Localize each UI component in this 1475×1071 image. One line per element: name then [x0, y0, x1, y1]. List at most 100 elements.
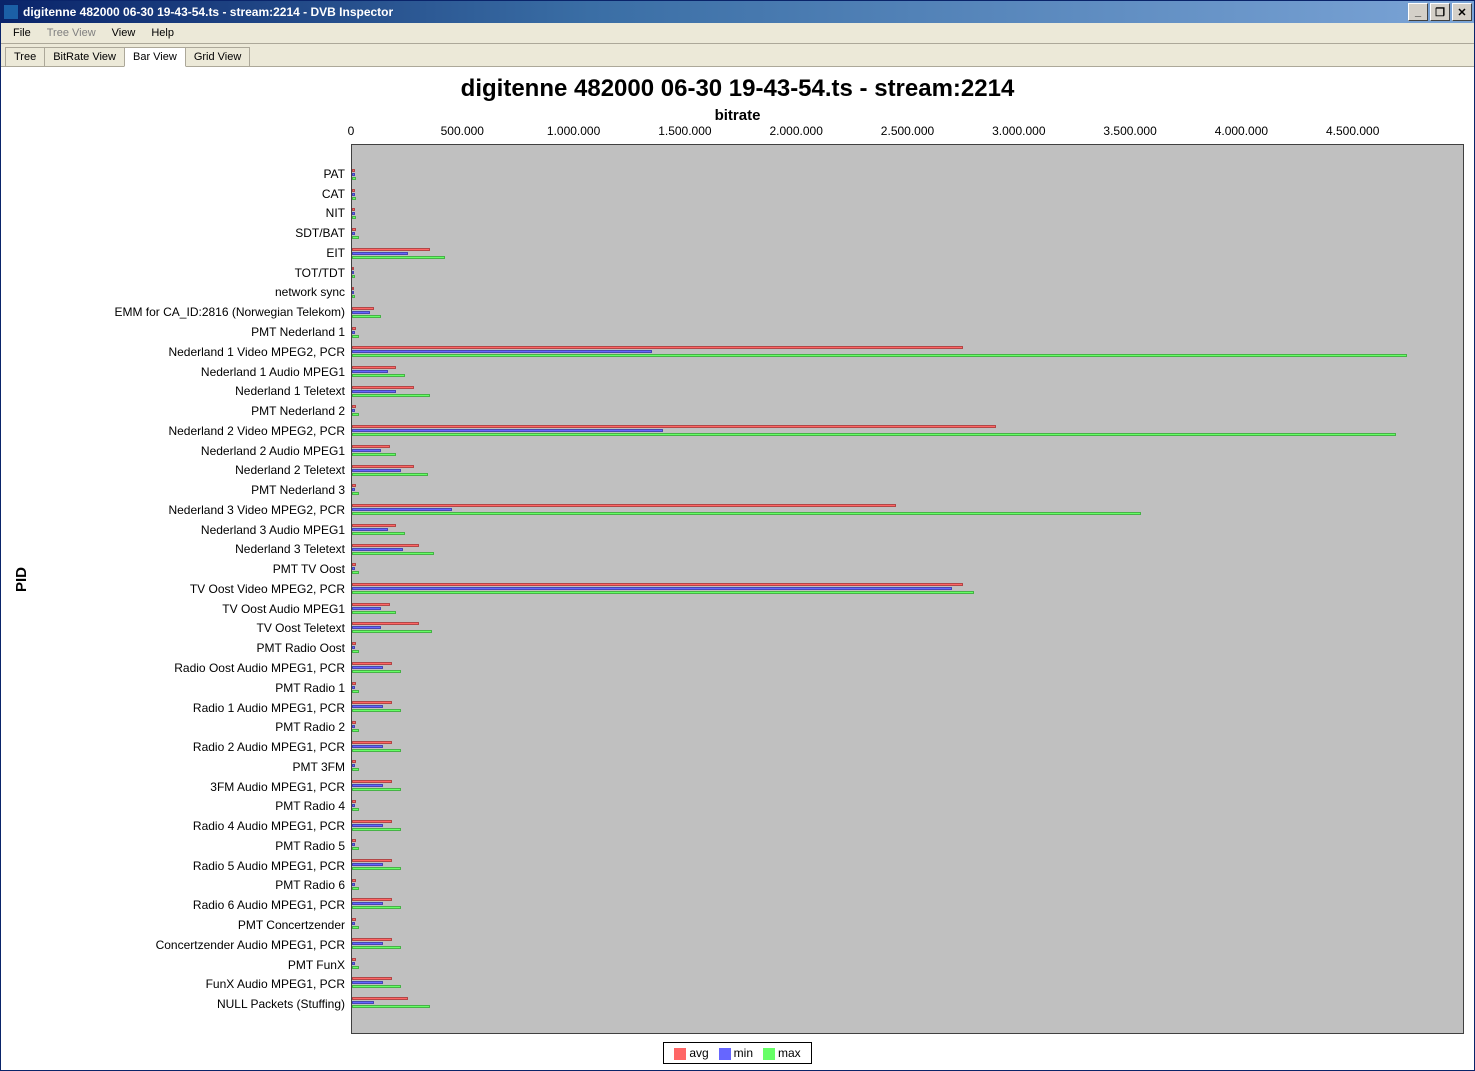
- close-button[interactable]: ✕: [1452, 3, 1472, 21]
- menu-help[interactable]: Help: [143, 25, 182, 41]
- bar-max: [352, 985, 401, 988]
- bar-group: [352, 208, 1463, 220]
- bar-avg: [352, 405, 356, 408]
- bar-max: [352, 571, 359, 574]
- bar-avg: [352, 346, 963, 349]
- menu-view[interactable]: View: [104, 25, 144, 41]
- bar-max: [352, 729, 359, 732]
- bar-group: [352, 465, 1463, 477]
- bar-group: [352, 741, 1463, 753]
- bar-min: [352, 548, 403, 551]
- bar-min: [352, 252, 408, 255]
- bar-group: [352, 642, 1463, 654]
- category-label: PMT Radio 1: [37, 682, 345, 694]
- bar-min: [352, 488, 355, 491]
- category-label: Nederland 1 Audio MPEG1: [37, 366, 345, 378]
- bar-group: [352, 859, 1463, 871]
- bar-min: [352, 193, 355, 196]
- bar-avg: [352, 760, 356, 763]
- tab-tree[interactable]: Tree: [5, 47, 45, 66]
- x-tick: 1.500.000: [658, 124, 711, 138]
- bar-max: [352, 966, 359, 969]
- bar-group: [352, 189, 1463, 201]
- menu-file[interactable]: File: [5, 25, 39, 41]
- bar-min: [352, 902, 383, 905]
- y-axis-label: PID: [11, 124, 31, 1034]
- category-label: NULL Packets (Stuffing): [37, 998, 345, 1010]
- category-label: PMT Radio 5: [37, 840, 345, 852]
- bar-group: [352, 563, 1463, 575]
- bar-max: [352, 788, 401, 791]
- bar-max: [352, 413, 359, 416]
- category-label: TV Oost Audio MPEG1: [37, 603, 345, 615]
- bar-min: [352, 942, 383, 945]
- x-tick: 0: [348, 124, 355, 138]
- bar-group: [352, 760, 1463, 772]
- bar-group: [352, 997, 1463, 1009]
- bar-group: [352, 780, 1463, 792]
- bar-avg: [352, 918, 356, 921]
- bar-max: [352, 946, 401, 949]
- minimize-button[interactable]: _: [1408, 3, 1428, 21]
- bar-min: [352, 390, 396, 393]
- bar-group: [352, 898, 1463, 910]
- tab-bitrate-view[interactable]: BitRate View: [44, 47, 125, 66]
- bar-avg: [352, 583, 963, 586]
- plot-area[interactable]: [351, 144, 1464, 1034]
- bar-min: [352, 824, 383, 827]
- tab-bar-view[interactable]: Bar View: [124, 47, 186, 67]
- bar-min: [352, 173, 355, 176]
- bar-min: [352, 311, 370, 314]
- bar-group: [352, 682, 1463, 694]
- bar-min: [352, 981, 383, 984]
- bar-max: [352, 709, 401, 712]
- bar-min: [352, 587, 952, 590]
- bar-min: [352, 1001, 374, 1004]
- category-label: FunX Audio MPEG1, PCR: [37, 978, 345, 990]
- bar-group: [352, 603, 1463, 615]
- bar-avg: [352, 524, 396, 527]
- x-axis-label: bitrate: [1, 107, 1474, 124]
- bar-group: [352, 445, 1463, 457]
- category-label: Radio Oost Audio MPEG1, PCR: [37, 662, 345, 674]
- menu-tree-view: Tree View: [39, 25, 104, 41]
- bar-avg: [352, 563, 356, 566]
- category-label: Nederland 1 Video MPEG2, PCR: [37, 346, 345, 358]
- bar-max: [352, 749, 401, 752]
- bar-avg: [352, 366, 396, 369]
- bar-min: [352, 922, 355, 925]
- bar-min: [352, 764, 355, 767]
- category-label: NIT: [37, 207, 345, 219]
- menubar: FileTree ViewViewHelp: [1, 23, 1474, 44]
- bar-min: [352, 331, 355, 334]
- bar-group: [352, 977, 1463, 989]
- bar-group: [352, 918, 1463, 930]
- bar-avg: [352, 721, 356, 724]
- bar-min: [352, 962, 355, 965]
- category-label: Radio 5 Audio MPEG1, PCR: [37, 860, 345, 872]
- bar-group: [352, 228, 1463, 240]
- bar-max: [352, 256, 445, 259]
- category-label: PAT: [37, 168, 345, 180]
- category-label: TV Oost Video MPEG2, PCR: [37, 583, 345, 595]
- bar-max: [352, 177, 356, 180]
- bar-avg: [352, 425, 996, 428]
- category-label: PMT TV Oost: [37, 563, 345, 575]
- bar-max: [352, 611, 396, 614]
- bar-avg: [352, 169, 355, 172]
- titlebar: digitenne 482000 06-30 19-43-54.ts - str…: [1, 1, 1474, 23]
- bar-max: [352, 433, 1396, 436]
- bar-max: [352, 847, 359, 850]
- bar-group: [352, 327, 1463, 339]
- category-label: PMT Radio 2: [37, 721, 345, 733]
- tab-grid-view[interactable]: Grid View: [185, 47, 250, 66]
- x-tick: 3.500.000: [1103, 124, 1156, 138]
- bar-avg: [352, 465, 414, 468]
- bar-group: [352, 721, 1463, 733]
- legend-max: max: [763, 1046, 801, 1060]
- bar-avg: [352, 622, 419, 625]
- category-label: PMT Radio 4: [37, 800, 345, 812]
- bar-max: [352, 275, 355, 278]
- restore-button[interactable]: ❐: [1430, 3, 1450, 21]
- category-label: PMT Nederland 2: [37, 405, 345, 417]
